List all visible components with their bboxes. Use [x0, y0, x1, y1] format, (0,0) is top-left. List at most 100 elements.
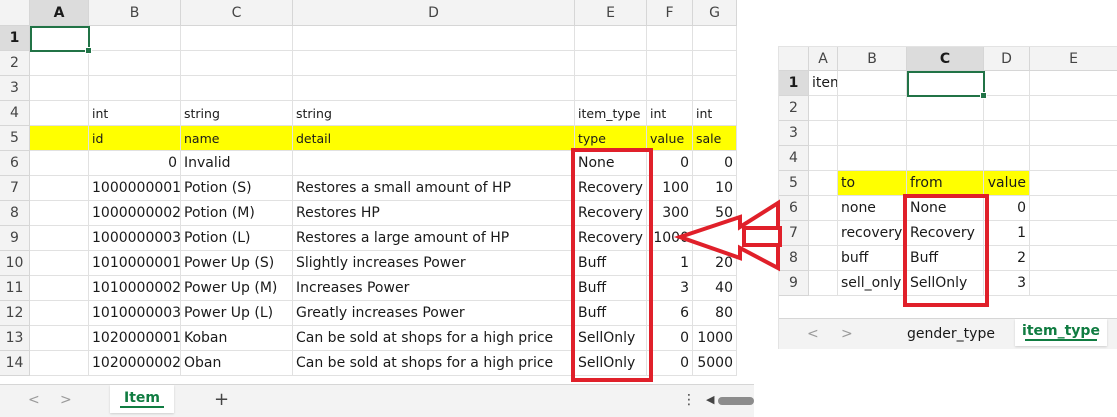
- row-header-1[interactable]: 1: [779, 71, 809, 96]
- column-header-e[interactable]: E: [575, 0, 647, 26]
- cell-c3[interactable]: [181, 76, 293, 101]
- cell-g2[interactable]: [693, 51, 737, 76]
- cell-a5[interactable]: [809, 171, 838, 196]
- cell-e6[interactable]: [1030, 196, 1117, 221]
- cell-f4[interactable]: int: [647, 101, 693, 126]
- cell-d6[interactable]: [293, 151, 575, 176]
- cell-d10[interactable]: Slightly increases Power: [293, 251, 575, 276]
- cell-b6[interactable]: none: [838, 196, 907, 221]
- cell-a7[interactable]: [809, 221, 838, 246]
- cell-f3[interactable]: [647, 76, 693, 101]
- column-header-e[interactable]: E: [1030, 47, 1117, 71]
- row-header-6[interactable]: 6: [779, 196, 809, 221]
- cell-g1[interactable]: [693, 26, 737, 51]
- cell-a12[interactable]: [30, 301, 89, 326]
- cell-c11[interactable]: Power Up (M): [181, 276, 293, 301]
- cell-a3[interactable]: [809, 121, 838, 146]
- cell-e4[interactable]: [1030, 146, 1117, 171]
- tab-gender-type[interactable]: gender_type: [897, 319, 1005, 349]
- cell-f7[interactable]: 100: [647, 176, 693, 201]
- column-header-b[interactable]: B: [89, 0, 181, 26]
- cell-d1[interactable]: [293, 26, 575, 51]
- cell-a8[interactable]: [809, 246, 838, 271]
- row-header-3[interactable]: 3: [0, 76, 30, 101]
- cell-c2[interactable]: [181, 51, 293, 76]
- cell-b5[interactable]: id: [89, 126, 181, 151]
- row-header-4[interactable]: 4: [779, 146, 809, 171]
- cell-d4[interactable]: string: [293, 101, 575, 126]
- cell-f2[interactable]: [647, 51, 693, 76]
- cell-c1[interactable]: [181, 26, 293, 51]
- row-header-8[interactable]: 8: [779, 246, 809, 271]
- cell-c4[interactable]: string: [181, 101, 293, 126]
- cell-b3[interactable]: [838, 121, 907, 146]
- row-header-7[interactable]: 7: [0, 176, 30, 201]
- cell-a10[interactable]: [30, 251, 89, 276]
- cell-b1[interactable]: [89, 26, 181, 51]
- cell-a5[interactable]: [30, 126, 89, 151]
- cell-a6[interactable]: [809, 196, 838, 221]
- cell-e2[interactable]: [1030, 96, 1117, 121]
- scroll-left-icon[interactable]: ◀: [706, 385, 714, 415]
- cell-b6[interactable]: 0: [89, 151, 181, 176]
- cell-e8[interactable]: [1030, 246, 1117, 271]
- cell-d7[interactable]: Restores a small amount of HP: [293, 176, 575, 201]
- cell-b4[interactable]: [838, 146, 907, 171]
- cell-g4[interactable]: int: [693, 101, 737, 126]
- cell-f8[interactable]: 300: [647, 201, 693, 226]
- row-header-10[interactable]: 10: [0, 251, 30, 276]
- row-header-9[interactable]: 9: [779, 271, 809, 296]
- cell-g13[interactable]: 1000: [693, 326, 737, 351]
- cell-c10[interactable]: Power Up (S): [181, 251, 293, 276]
- cell-f9[interactable]: 1000: [647, 226, 693, 251]
- cell-g8[interactable]: 50: [693, 201, 737, 226]
- cell-g10[interactable]: 20: [693, 251, 737, 276]
- tab-scroll-right-icon[interactable]: >: [841, 319, 853, 349]
- row-header-4[interactable]: 4: [0, 101, 30, 126]
- cell-e4[interactable]: item_type: [575, 101, 647, 126]
- column-header-a[interactable]: A: [809, 47, 838, 71]
- cell-c6[interactable]: Invalid: [181, 151, 293, 176]
- cell-d1[interactable]: [984, 71, 1030, 96]
- cell-g6[interactable]: 0: [693, 151, 737, 176]
- cell-d13[interactable]: Can be sold at shops for a high price: [293, 326, 575, 351]
- select-all-corner[interactable]: [0, 0, 30, 26]
- cell-d2[interactable]: [293, 51, 575, 76]
- cell-a9[interactable]: [809, 271, 838, 296]
- row-header-5[interactable]: 5: [0, 126, 30, 151]
- cell-a6[interactable]: [30, 151, 89, 176]
- cell-a1[interactable]: item_type: [809, 71, 838, 96]
- cell-d8[interactable]: Restores HP: [293, 201, 575, 226]
- row-header-9[interactable]: 9: [0, 226, 30, 251]
- column-header-a[interactable]: A: [30, 0, 89, 26]
- cell-e3[interactable]: [575, 76, 647, 101]
- tab-item-type[interactable]: item_type: [1015, 319, 1107, 346]
- cell-d9[interactable]: 3: [984, 271, 1030, 296]
- more-options-icon[interactable]: ⋮: [682, 385, 696, 415]
- horizontal-scrollbar[interactable]: [718, 397, 754, 405]
- cell-f5[interactable]: value: [647, 126, 693, 151]
- cell-d5[interactable]: detail: [293, 126, 575, 151]
- cell-g11[interactable]: 40: [693, 276, 737, 301]
- row-header-3[interactable]: 3: [779, 121, 809, 146]
- cell-e3[interactable]: [1030, 121, 1117, 146]
- column-header-d[interactable]: D: [293, 0, 575, 26]
- row-header-6[interactable]: 6: [0, 151, 30, 176]
- row-header-12[interactable]: 12: [0, 301, 30, 326]
- cell-g3[interactable]: [693, 76, 737, 101]
- cell-d7[interactable]: 1: [984, 221, 1030, 246]
- cell-d11[interactable]: Increases Power: [293, 276, 575, 301]
- cell-f13[interactable]: 0: [647, 326, 693, 351]
- row-header-14[interactable]: 14: [0, 351, 30, 376]
- cell-b1[interactable]: [838, 71, 907, 96]
- tab-scroll-left-icon[interactable]: <: [807, 319, 819, 349]
- cell-a4[interactable]: [30, 101, 89, 126]
- cell-b12[interactable]: 1010000003: [89, 301, 181, 326]
- row-header-11[interactable]: 11: [0, 276, 30, 301]
- cell-g9[interactable]: 100: [693, 226, 737, 251]
- cell-d4[interactable]: [984, 146, 1030, 171]
- cell-g5[interactable]: sale: [693, 126, 737, 151]
- column-header-d[interactable]: D: [984, 47, 1030, 71]
- tab-scroll-right-icon[interactable]: >: [60, 385, 72, 415]
- cell-e9[interactable]: [1030, 271, 1117, 296]
